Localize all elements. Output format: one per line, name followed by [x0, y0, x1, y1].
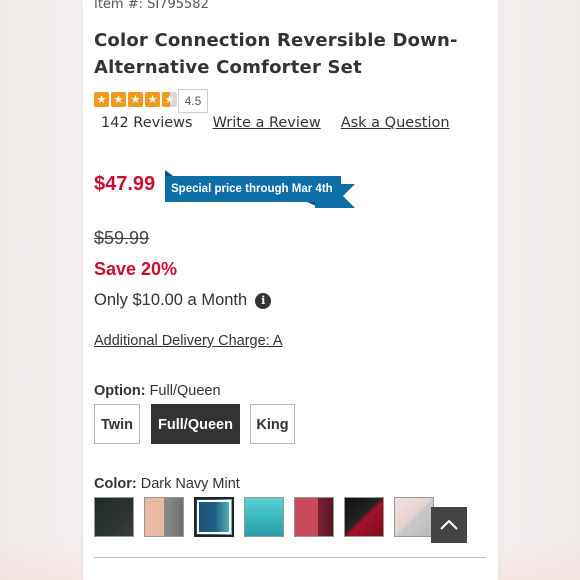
- product-card: Item #: SI795582 Color Connection Revers…: [83, 0, 498, 580]
- color-swatch-dark-navy-mint[interactable]: [194, 497, 234, 537]
- promo-ribbon: Special price through Mar 4th: [171, 183, 333, 195]
- color-swatch-blush-silver[interactable]: [394, 497, 434, 537]
- option-label-key: Option:: [94, 383, 146, 399]
- color-label: Color: Dark Navy Mint: [94, 476, 240, 492]
- savings-label: Save 20%: [94, 259, 178, 279]
- color-swatch-teal[interactable]: [244, 497, 284, 537]
- option-king-button[interactable]: King: [250, 404, 295, 444]
- star-icon: ★: [128, 92, 143, 107]
- color-swatch-black-charcoal[interactable]: [94, 497, 134, 537]
- write-review-link[interactable]: Write a Review: [213, 115, 321, 131]
- reviews-count-link[interactable]: 142 Reviews: [101, 115, 193, 131]
- review-links: 142 Reviews Write a Review Ask a Questio…: [101, 115, 450, 131]
- star-icon: ★: [145, 92, 160, 107]
- color-label-key: Color:: [94, 476, 137, 492]
- option-label: Option: Full/Queen: [94, 383, 221, 399]
- color-swatch-black-red[interactable]: [344, 497, 384, 537]
- sale-price: $47.99: [94, 173, 156, 195]
- star-icon: ★: [111, 92, 126, 107]
- section-divider: [94, 557, 486, 558]
- chevron-up-icon: [440, 519, 458, 530]
- option-selected-value: Full/Queen: [149, 383, 221, 399]
- monthly-payment: Only $10.00 a Month i: [94, 291, 272, 310]
- option-full-queen-button[interactable]: Full/Queen: [151, 404, 240, 444]
- option-twin-button[interactable]: Twin: [94, 404, 140, 444]
- scroll-to-top-button[interactable]: [431, 507, 467, 543]
- color-swatch-burgundy-pink[interactable]: [294, 497, 334, 537]
- original-price: $59.99: [94, 228, 150, 248]
- ask-question-link[interactable]: Ask a Question: [341, 115, 450, 131]
- info-icon[interactable]: i: [255, 292, 272, 309]
- delivery-charge-link[interactable]: Additional Delivery Charge: A: [94, 333, 283, 349]
- star-rating[interactable]: ★ ★ ★ ★ ★: [94, 92, 177, 107]
- product-title: Color Connection Reversible Down-Alterna…: [94, 30, 458, 78]
- monthly-payment-text: Only $10.00 a Month: [94, 291, 248, 309]
- color-selected-value: Dark Navy Mint: [140, 476, 240, 492]
- star-icon: ★: [94, 92, 109, 107]
- star-half-icon: ★: [162, 92, 177, 107]
- rating-value: 4.5: [178, 89, 208, 113]
- item-number: Item #: SI795582: [94, 0, 209, 12]
- color-swatch-blush-gray[interactable]: [144, 497, 184, 537]
